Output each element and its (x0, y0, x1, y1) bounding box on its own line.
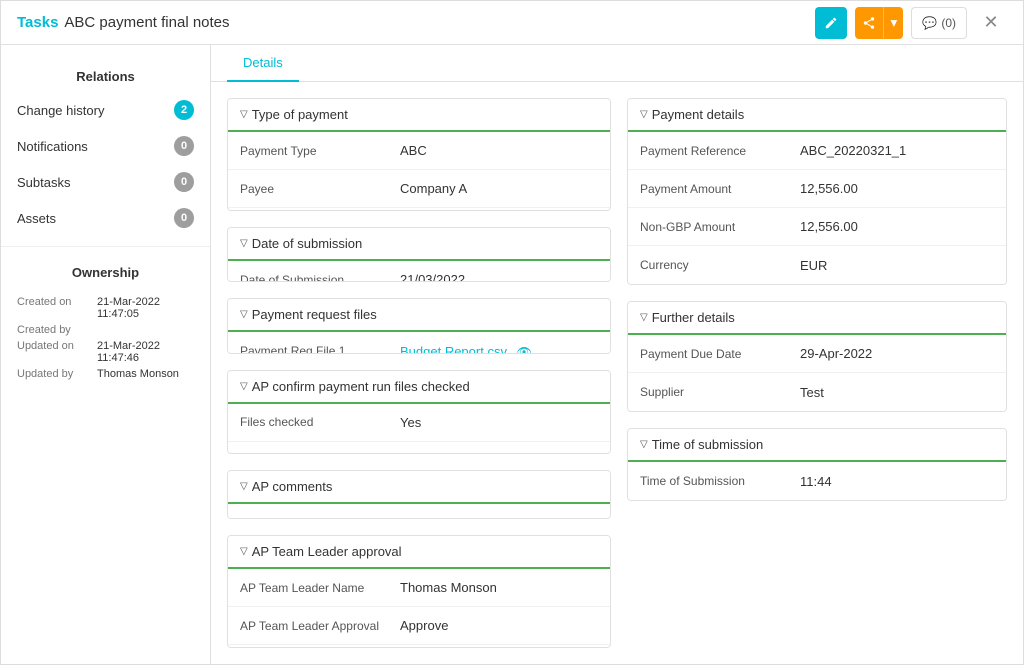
close-button[interactable]: ✕ (975, 7, 1007, 39)
file-link-budget-report[interactable]: Budget Report.csv (400, 344, 507, 354)
section-ap-team-leader: ▽ AP Team Leader approval AP Team Leader… (227, 535, 611, 648)
section-payment-details: ▽ Payment details Payment Reference ABC_… (627, 98, 1007, 285)
ownership-updated-on: Updated on 21-Mar-2022 11:47:46 (17, 340, 194, 364)
triangle-icon: ▽ (640, 312, 648, 323)
field-supplier: Supplier Test (628, 373, 1006, 411)
field-time-of-submission: Time of Submission 11:44 (628, 462, 1006, 500)
field-payment-type: Payment Type ABC (228, 132, 610, 170)
share-dropdown-button[interactable]: ▾ (883, 7, 903, 39)
section-date-of-submission-body: Date of Submission 21/03/2022 (228, 261, 610, 282)
section-type-of-payment: ▽ Type of payment Payment Type ABC Payee… (227, 98, 611, 211)
field-payment-reference: Payment Reference ABC_20220321_1 (628, 132, 1006, 170)
tab-details[interactable]: Details (227, 45, 299, 82)
section-type-of-payment-body: Payment Type ABC Payee Company A Origina… (228, 132, 610, 211)
section-ap-confirm-body: Files checked Yes System Ref. Number 234 (228, 404, 610, 454)
section-ap-comments-header: ▽ AP comments (228, 471, 610, 504)
share-button[interactable] (855, 7, 883, 39)
left-column: ▽ Type of payment Payment Type ABC Payee… (227, 98, 611, 648)
comment-icon: 💬 (922, 16, 937, 30)
field-payment-amount: Payment Amount 12,556.00 (628, 170, 1006, 208)
field-payee: Payee Company A (228, 170, 610, 208)
section-payment-details-body: Payment Reference ABC_20220321_1 Payment… (628, 132, 1006, 284)
assets-badge: 0 (174, 208, 194, 228)
section-ap-confirm: ▽ AP confirm payment run files checked F… (227, 370, 611, 454)
edit-button[interactable] (815, 7, 847, 39)
section-date-of-submission: ▽ Date of submission Date of Submission … (227, 227, 611, 282)
triangle-icon: ▽ (240, 381, 248, 392)
section-ap-comments: ▽ AP comments (227, 470, 611, 519)
subtasks-badge: 0 (174, 172, 194, 192)
triangle-icon: ▽ (240, 546, 248, 557)
section-type-of-payment-header: ▽ Type of payment (228, 99, 610, 132)
field-originator-name: Originator Name Thomas Monson (228, 208, 610, 211)
section-payment-request-files-body: Payment Req File 1 Budget Report.csv 👁 (228, 332, 610, 353)
relations-title: Relations (1, 61, 210, 92)
chevron-down-icon: ▾ (891, 15, 898, 31)
sidebar-item-subtasks[interactable]: Subtasks 0 (1, 164, 210, 200)
sidebar-item-label: Assets (17, 211, 174, 226)
triangle-icon: ▽ (240, 309, 248, 320)
field-approval-date-time: Approval Date/Time 21/03/2022 11:45 (228, 645, 610, 648)
ownership-title: Ownership (1, 257, 210, 288)
field-non-gbp-amount: Non-GBP Amount 12,556.00 (628, 208, 1006, 246)
section-time-of-submission-body: Time of Submission 11:44 (628, 462, 1006, 500)
triangle-icon: ▽ (240, 238, 248, 249)
sidebar-item-notifications[interactable]: Notifications 0 (1, 128, 210, 164)
main-content: Details ▽ Type of payment Payment Type (211, 45, 1023, 664)
ownership-created-on: Created on 21-Mar-2022 11:47:05 (17, 296, 194, 320)
ownership-created-by: Created by (17, 324, 194, 336)
header-title: ABC payment final notes (64, 14, 229, 31)
share-button-group: ▾ (855, 7, 903, 39)
header-actions: ▾ 💬 (0) ✕ (815, 7, 1007, 39)
field-payment-req-file-1: Payment Req File 1 Budget Report.csv 👁 (228, 332, 610, 353)
tabs: Details (211, 45, 1023, 82)
field-system-ref-number: System Ref. Number 234 (228, 442, 610, 454)
triangle-icon: ▽ (640, 439, 648, 450)
section-ap-comments-body (228, 504, 610, 519)
section-further-details-header: ▽ Further details (628, 302, 1006, 335)
field-date-of-submission: Date of Submission 21/03/2022 (228, 261, 610, 282)
field-payment-due-date: Payment Due Date 29-Apr-2022 (628, 335, 1006, 373)
field-currency: Currency EUR (628, 246, 1006, 284)
triangle-icon: ▽ (240, 481, 248, 492)
sidebar-item-label: Subtasks (17, 175, 174, 190)
eye-icon[interactable]: 👁 (517, 345, 532, 354)
section-payment-request-files-header: ▽ Payment request files (228, 299, 610, 332)
sidebar: Relations Change history 2 Notifications… (1, 45, 211, 664)
right-column: ▽ Payment details Payment Reference ABC_… (627, 98, 1007, 648)
section-payment-details-header: ▽ Payment details (628, 99, 1006, 132)
change-history-badge: 2 (174, 100, 194, 120)
section-ap-team-leader-header: ▽ AP Team Leader approval (228, 536, 610, 569)
notifications-badge: 0 (174, 136, 194, 156)
comment-count: (0) (941, 16, 956, 30)
sidebar-item-label: Notifications (17, 139, 174, 154)
field-files-checked: Files checked Yes (228, 404, 610, 442)
section-ap-confirm-header: ▽ AP confirm payment run files checked (228, 371, 610, 404)
close-icon: ✕ (983, 12, 998, 33)
section-ap-team-leader-body: AP Team Leader Name Thomas Monson AP Tea… (228, 569, 610, 648)
section-payment-request-files: ▽ Payment request files Payment Req File… (227, 298, 611, 353)
content-area: ▽ Type of payment Payment Type ABC Payee… (211, 82, 1023, 664)
section-further-details: ▽ Further details Payment Due Date 29-Ap… (627, 301, 1007, 412)
triangle-icon: ▽ (640, 109, 648, 120)
sidebar-item-change-history[interactable]: Change history 2 (1, 92, 210, 128)
ownership-updated-by: Updated by Thomas Monson (17, 368, 194, 380)
section-date-of-submission-header: ▽ Date of submission (228, 228, 610, 261)
comment-button[interactable]: 💬 (0) (911, 7, 967, 39)
sidebar-item-assets[interactable]: Assets 0 (1, 200, 210, 236)
header-tasks-link[interactable]: Tasks (17, 14, 58, 31)
field-ap-team-leader-approval: AP Team Leader Approval Approve (228, 607, 610, 645)
section-time-of-submission-header: ▽ Time of submission (628, 429, 1006, 462)
ownership-section: Created on 21-Mar-2022 11:47:05 Created … (1, 288, 210, 392)
sidebar-item-label: Change history (17, 103, 174, 118)
section-further-details-body: Payment Due Date 29-Apr-2022 Supplier Te… (628, 335, 1006, 411)
section-time-of-submission: ▽ Time of submission Time of Submission … (627, 428, 1007, 501)
triangle-icon: ▽ (240, 109, 248, 120)
field-ap-team-leader-name: AP Team Leader Name Thomas Monson (228, 569, 610, 607)
app-header: Tasks ABC payment final notes ▾ 💬 (0) ✕ (1, 1, 1023, 45)
